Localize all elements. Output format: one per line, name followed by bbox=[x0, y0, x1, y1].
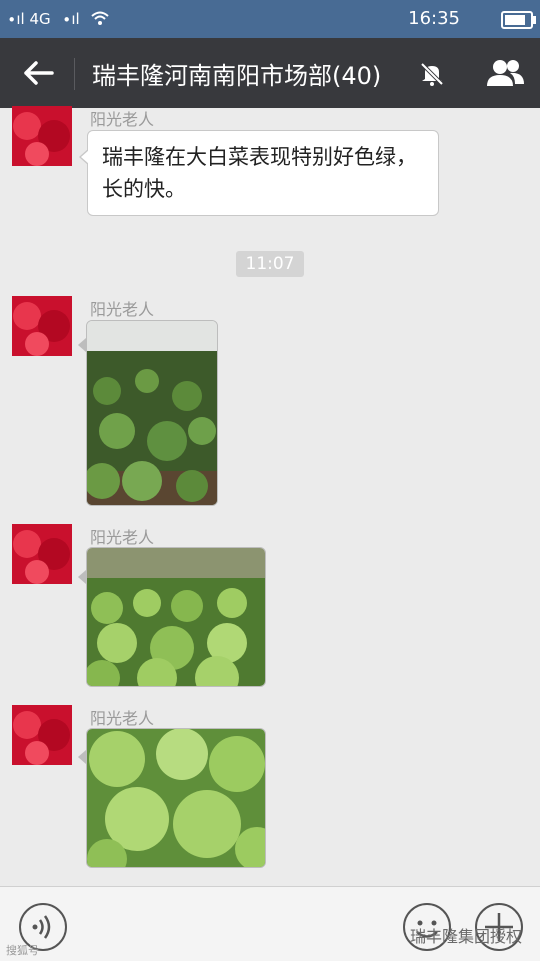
cabbage-rows-photo[interactable] bbox=[86, 547, 266, 687]
sender-avatar[interactable] bbox=[12, 106, 72, 166]
image-bubble-tail bbox=[78, 338, 86, 352]
clock: 16:35 bbox=[408, 8, 460, 29]
battery-icon bbox=[501, 11, 536, 29]
wifi-icon bbox=[91, 11, 109, 25]
sender-name: 阳光老人 bbox=[90, 300, 155, 319]
image-bubble-tail bbox=[78, 570, 86, 584]
signal-icon-2: ∙ıl bbox=[62, 10, 80, 28]
mute-bell-icon bbox=[420, 62, 444, 86]
corner-watermark: 搜狐号 bbox=[6, 944, 39, 957]
chat-title: 瑞丰隆河南南阳市场部(40) bbox=[92, 62, 382, 90]
sender-avatar[interactable] bbox=[12, 524, 72, 584]
sender-avatar[interactable] bbox=[12, 705, 72, 765]
sender-name: 阳光老人 bbox=[90, 110, 155, 129]
image-bubble-tail bbox=[78, 750, 86, 764]
message-text: 瑞丰隆在大白菜表现特别好色绿，长的快。 bbox=[102, 145, 417, 201]
sender-name: 阳光老人 bbox=[90, 709, 155, 728]
title-bar: 瑞丰隆河南南阳市场部(40) bbox=[0, 38, 540, 108]
input-bar: 瑞丰隆集团授权 搜狐号 bbox=[0, 886, 540, 961]
cabbage-field-photo[interactable] bbox=[86, 320, 218, 506]
group-members-icon[interactable] bbox=[484, 56, 526, 90]
timestamp-label: 11:07 bbox=[236, 251, 304, 277]
signal-icon: ∙ıl 4G bbox=[7, 10, 51, 28]
status-bar: ∙ıl 4G ∙ıl 16:35 bbox=[0, 0, 540, 38]
watermark-text: 瑞丰隆集团授权 bbox=[409, 927, 522, 946]
cabbage-closeup-photo[interactable] bbox=[86, 728, 266, 868]
sender-avatar[interactable] bbox=[12, 296, 72, 356]
sender-name: 阳光老人 bbox=[90, 528, 155, 547]
message-bubble[interactable]: 瑞丰隆在大白菜表现特别好色绿，长的快。 bbox=[79, 130, 439, 216]
back-arrow-icon[interactable] bbox=[18, 55, 58, 91]
title-divider bbox=[74, 58, 75, 90]
